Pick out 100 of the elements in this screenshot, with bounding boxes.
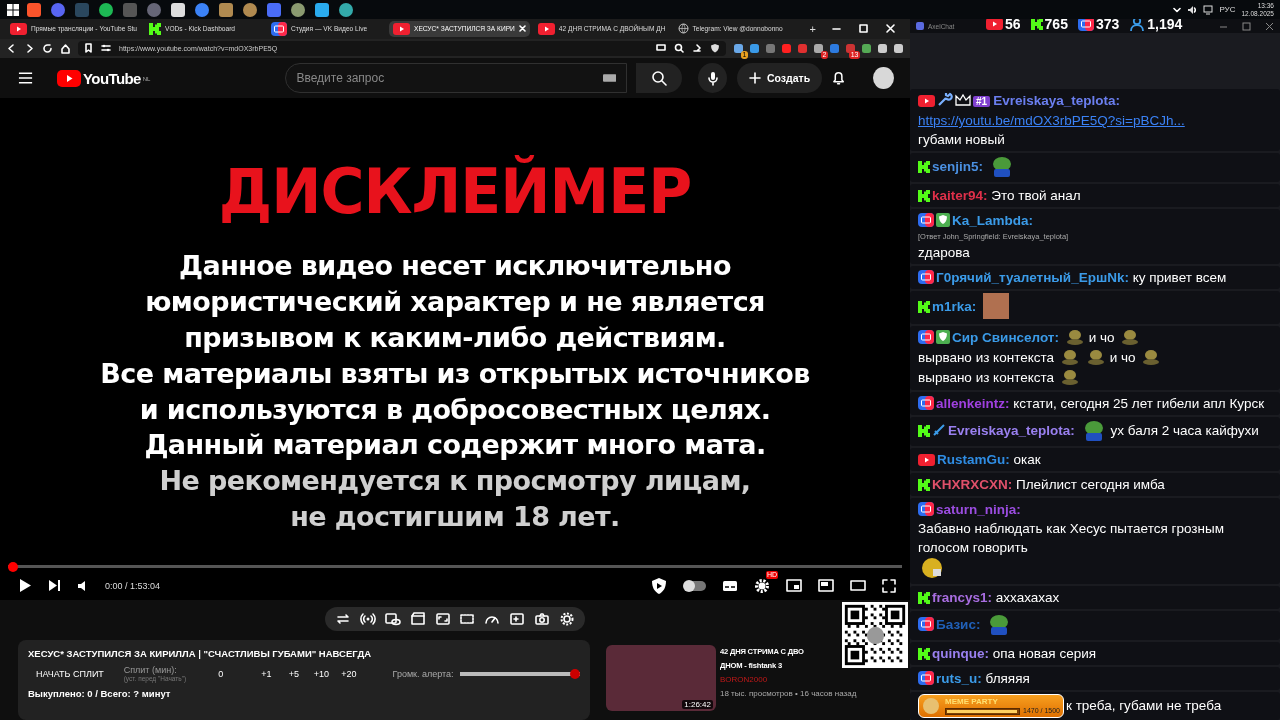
increment-button[interactable]: +10 [307, 667, 336, 680]
settings-icon[interactable] [558, 611, 575, 627]
theater-button[interactable] [850, 580, 866, 592]
forward-icon[interactable] [24, 42, 35, 54]
message-text: ку привет всем [1132, 269, 1227, 288]
wrench-icon [937, 91, 953, 108]
search-button[interactable] [636, 63, 683, 94]
blob-icon [1060, 349, 1079, 366]
disclaimer-text: Не рекомендуется к просмотру лицам, [159, 464, 751, 499]
blob-icon [1060, 369, 1079, 385]
banner-title: MEME PARTY [945, 697, 999, 706]
app-icon[interactable] [98, 1, 114, 18]
favicon [537, 22, 555, 35]
camera-icon[interactable] [533, 611, 550, 627]
speaker-icon[interactable] [1187, 4, 1198, 15]
message-text: Забавно наблюдать как Хесус пытается грозным голосом говорить [918, 520, 1225, 557]
monitor-icon[interactable] [1203, 4, 1214, 15]
next-button[interactable] [48, 579, 61, 593]
extension-icon[interactable] [845, 42, 856, 54]
home-icon[interactable] [60, 42, 71, 54]
start-split-button[interactable]: НАЧАТЬ СПЛИТ [28, 668, 124, 679]
app-icon[interactable] [338, 1, 354, 18]
favicon [677, 23, 689, 35]
menu-icon[interactable] [18, 71, 34, 86]
app-icon[interactable] [242, 1, 258, 18]
increment-button[interactable]: +5 [280, 667, 308, 680]
extension-icon[interactable] [813, 42, 824, 54]
live-badge-icon [918, 270, 934, 285]
chat-author[interactable]: kaiter94: [932, 188, 988, 204]
chat-author[interactable]: Ka_Lambda: [952, 213, 1034, 229]
subtitles-button[interactable] [722, 579, 738, 592]
app-icon[interactable] [170, 1, 186, 18]
shield-play-icon[interactable] [650, 576, 668, 595]
clapperboard-icon[interactable] [409, 611, 426, 627]
extension-icon[interactable] [733, 42, 744, 54]
app-icon[interactable] [314, 1, 330, 18]
disclaimer-text: юмористический характер и не является [145, 285, 765, 320]
close-icon[interactable] [518, 25, 526, 33]
bell-icon[interactable] [832, 70, 846, 87]
site-logo[interactable]: YouTube$^{NL}$ [57, 69, 151, 87]
extension-icon[interactable] [877, 42, 888, 54]
new-tab-button[interactable]: + [809, 22, 816, 35]
chat-author[interactable]: allenkeintz: [936, 396, 1010, 411]
play-logo-icon [918, 454, 935, 466]
chat-author[interactable]: francys1: [932, 590, 993, 605]
avatar[interactable] [873, 67, 894, 90]
sparkle-icon[interactable] [508, 611, 525, 627]
app-icon[interactable] [26, 1, 42, 18]
fullscreen-button[interactable] [882, 578, 896, 593]
message-link[interactable]: https://youtu.be/mdOX3rbPE5Q?si=pBCJh... [918, 111, 1185, 131]
increment-button[interactable]: +20 [335, 667, 363, 680]
chat-author[interactable]: ruts_u: [936, 671, 982, 686]
disclaimer-text: Все материалы взяты из открытых источников [100, 356, 810, 391]
progress-thumb[interactable] [8, 562, 18, 572]
increment-button[interactable]: +1 [252, 667, 281, 680]
start-button[interactable] [6, 2, 20, 17]
chat-author[interactable]: Г0рячий_туалетный_ЕршNk: [936, 270, 1129, 286]
pip-button[interactable] [818, 579, 834, 593]
chevron-icon[interactable] [1173, 5, 1182, 14]
miniplayer-button[interactable] [786, 579, 802, 593]
app-icon[interactable] [218, 1, 234, 18]
extension-icon[interactable] [893, 42, 904, 54]
share-icon [692, 43, 702, 54]
extension-icon[interactable] [781, 42, 792, 54]
chat-author[interactable]: Evreiskaya_teplota: [948, 423, 1075, 439]
message-text: вырвано из контекста [918, 369, 1054, 388]
extension-icon[interactable] [861, 42, 872, 54]
chat-author[interactable]: Evreiskaya_teplota: [993, 93, 1120, 109]
chat-author[interactable]: m1rka: [932, 299, 977, 315]
chat-author[interactable]: Сир Свинселот: [952, 330, 1059, 346]
create-button[interactable]: Создать [737, 63, 823, 94]
language-indicator[interactable]: РУС [1219, 5, 1236, 14]
search-field[interactable]: Введите запрос [285, 63, 628, 94]
photo-placeholder[interactable]: 1:26:42 [606, 645, 716, 711]
chat-author[interactable]: saturn_ninja: [936, 502, 1021, 517]
shield-icon [936, 330, 950, 345]
screen-icon[interactable] [459, 611, 476, 627]
chat-author[interactable]: RustamGu: [937, 452, 1010, 467]
chat-author[interactable]: senjin5: [932, 159, 983, 175]
chat-author[interactable]: quinque: [932, 646, 989, 661]
settings-button[interactable] [754, 577, 770, 594]
sword-icon [932, 423, 946, 438]
repeat-icon[interactable] [335, 611, 352, 627]
chat-author[interactable]: KHXRXCXN: [932, 477, 1013, 492]
disclaimer-text: не достигшим 18 лет. [290, 499, 620, 534]
autoplay-toggle[interactable] [684, 580, 706, 591]
back-icon[interactable] [6, 42, 17, 54]
live-badge-icon [1077, 19, 1094, 31]
microphone-button[interactable] [698, 63, 727, 94]
aspect-ratio-icon[interactable] [434, 611, 451, 627]
slider-thumb[interactable] [570, 668, 580, 679]
app-icon[interactable] [290, 1, 306, 18]
play-button[interactable] [18, 578, 32, 594]
extension-icon[interactable] [749, 42, 760, 54]
live-badge-icon [918, 330, 934, 345]
live-badge-icon [918, 671, 934, 685]
broadcast-icon[interactable] [360, 611, 377, 627]
eye-icon[interactable] [385, 611, 401, 627]
live-badge-icon [918, 502, 934, 516]
reload-icon[interactable] [42, 42, 53, 54]
